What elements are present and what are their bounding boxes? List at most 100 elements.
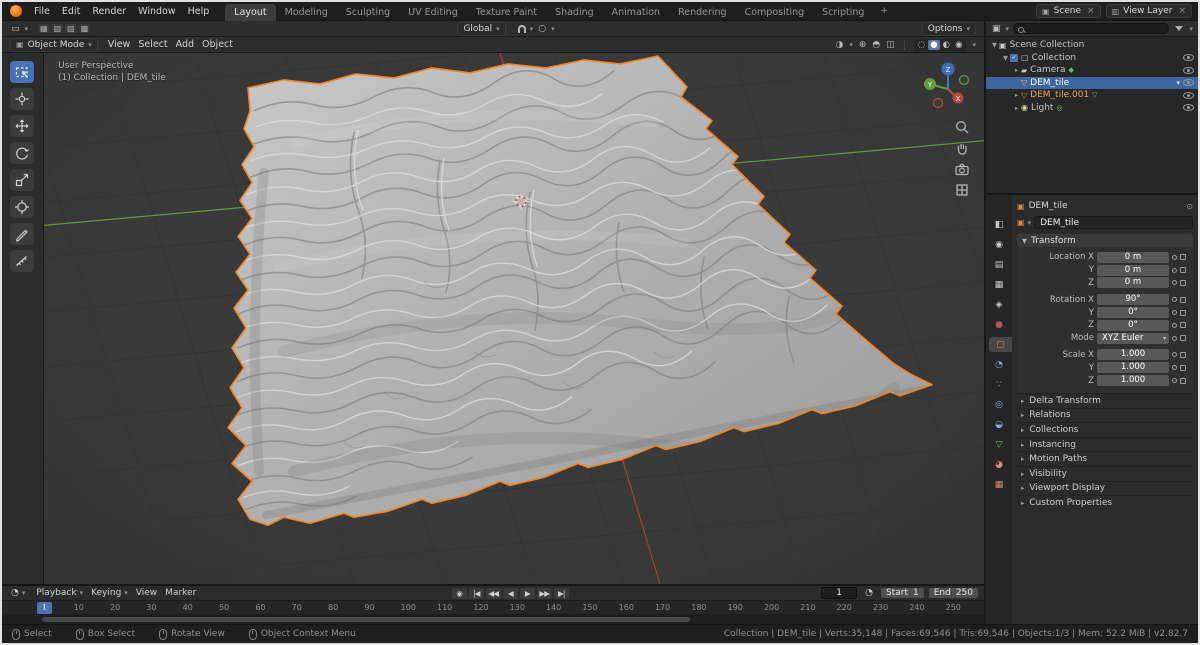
checkbox-icon[interactable]: ✓: [1010, 54, 1018, 62]
scale-tool-button[interactable]: [10, 169, 34, 191]
pan-hand-icon[interactable]: [954, 140, 970, 156]
tab-scripting[interactable]: Scripting: [813, 4, 873, 21]
tab-sculpting[interactable]: Sculpting: [337, 4, 399, 21]
outliner-row-camera[interactable]: ▸▰Camera◆: [986, 64, 1198, 77]
animate-dot-icon[interactable]: [1172, 378, 1177, 383]
pin-icon[interactable]: ⊙: [1186, 202, 1193, 211]
field-scale-x[interactable]: 1.000: [1097, 349, 1169, 360]
properties-tab-material[interactable]: ◕: [986, 457, 1012, 472]
cursor-tool-button[interactable]: [10, 88, 34, 110]
scene-selector[interactable]: ▣ Scene ×: [1036, 4, 1101, 18]
field-z[interactable]: 0°: [1097, 320, 1169, 331]
tab-texture-paint[interactable]: Texture Paint: [467, 4, 546, 21]
snap-magnet-icon[interactable]: [518, 25, 526, 33]
frame-start-field[interactable]: Start1: [881, 588, 924, 598]
current-frame-field[interactable]: 1: [821, 587, 857, 599]
transform-orientation-dropdown[interactable]: Global ▾: [457, 22, 505, 36]
lock-icon[interactable]: [1180, 297, 1186, 303]
filter-dropdown-icon[interactable]: ▾: [1189, 25, 1193, 33]
expander-icon[interactable]: ▸: [1012, 66, 1021, 74]
view-layer-unlink-icon[interactable]: ×: [1178, 6, 1186, 16]
proportional-dropdown-icon[interactable]: ▾: [551, 25, 555, 33]
outliner-editor-icon[interactable]: ▣: [991, 24, 1002, 34]
tab-compositing[interactable]: Compositing: [736, 4, 814, 21]
properties-tab-scene[interactable]: ◈: [986, 297, 1012, 312]
outliner-search-input[interactable]: [1013, 23, 1169, 34]
next-keyframe-button[interactable]: ▶▶: [537, 588, 552, 599]
gizmos-toggle-icon[interactable]: ⊕: [859, 40, 867, 50]
shading-material-button[interactable]: ◐: [941, 40, 952, 50]
properties-tab-physics[interactable]: ◎: [986, 397, 1012, 412]
lock-icon[interactable]: [1180, 378, 1186, 384]
zoom-icon[interactable]: [954, 119, 970, 135]
menu-edit[interactable]: Edit: [56, 6, 86, 17]
timeline-menu-view[interactable]: View: [133, 588, 160, 598]
visibility-eye-icon[interactable]: [1183, 92, 1194, 99]
breadcrumb-object-name[interactable]: DEM_tile: [1029, 201, 1068, 211]
scrollbar-thumb[interactable]: [42, 617, 690, 622]
transform-tool-button[interactable]: [10, 196, 34, 218]
lock-icon[interactable]: [1180, 310, 1186, 316]
rotate-tool-button[interactable]: [10, 142, 34, 164]
visibility-eye-icon[interactable]: [1183, 104, 1194, 111]
viewport-menu-view[interactable]: View: [104, 39, 135, 50]
outliner-row-dem-tile-001[interactable]: ▸▽DEM_tile.001▽: [986, 89, 1198, 102]
properties-tab-render[interactable]: ◉: [986, 237, 1012, 252]
outliner-row-dem-tile[interactable]: ▽DEM_tile▾: [986, 77, 1198, 90]
animate-dot-icon[interactable]: [1172, 268, 1177, 273]
lock-icon[interactable]: [1180, 322, 1186, 328]
jump-to-end-button[interactable]: ▶|: [554, 588, 569, 599]
outliner-row-light[interactable]: ▸◉Light◎: [986, 102, 1198, 115]
scene-unlink-icon[interactable]: ×: [1087, 6, 1095, 16]
section-instancing[interactable]: ▸Instancing: [1017, 437, 1193, 452]
properties-tab-object-data[interactable]: ▽: [986, 437, 1012, 452]
visibility-eye-icon[interactable]: [1183, 54, 1194, 61]
viewport-menu-select[interactable]: Select: [134, 39, 171, 50]
tab-uv-editing[interactable]: UV Editing: [399, 4, 467, 21]
menu-help[interactable]: Help: [182, 6, 216, 17]
section-relations[interactable]: ▸Relations: [1017, 408, 1193, 423]
properties-tab-texture[interactable]: ▦: [986, 477, 1012, 492]
tool-option-1-icon[interactable]: ▦: [38, 24, 50, 33]
expander-icon[interactable]: ▼: [1001, 54, 1010, 62]
xray-toggle-icon[interactable]: ◫: [886, 40, 895, 50]
properties-tab-output[interactable]: ▤: [986, 257, 1012, 272]
menu-file[interactable]: File: [28, 6, 56, 17]
prev-keyframe-button[interactable]: ◀◀: [486, 588, 501, 599]
section-viewport-display[interactable]: ▸Viewport Display: [1017, 481, 1193, 496]
field-rotation-x[interactable]: 90°: [1097, 294, 1169, 305]
expander-icon[interactable]: ▸: [1012, 91, 1021, 99]
terrain-mesh[interactable]: [228, 56, 932, 525]
annotate-tool-button[interactable]: [10, 223, 34, 245]
snap-dropdown-icon[interactable]: ▾: [530, 25, 534, 33]
viewport-3d[interactable]: User Perspective (1) Collection | DEM_ti…: [44, 53, 984, 584]
section-motion-paths[interactable]: ▸Motion Paths: [1017, 451, 1193, 466]
properties-tab-constraints[interactable]: ◒: [986, 417, 1012, 432]
tab-animation[interactable]: Animation: [603, 4, 669, 21]
shading-solid-button[interactable]: ●: [928, 40, 939, 50]
menu-render[interactable]: Render: [86, 6, 132, 17]
animate-dot-icon[interactable]: [1172, 297, 1177, 302]
add-workspace-button[interactable]: +: [873, 3, 895, 19]
animate-dot-icon[interactable]: [1172, 280, 1177, 285]
section-visibility[interactable]: ▸Visibility: [1017, 466, 1193, 481]
tab-shading[interactable]: Shading: [546, 4, 603, 21]
play-reverse-button[interactable]: ◀: [503, 588, 518, 599]
animate-dot-icon[interactable]: [1172, 336, 1177, 341]
section-custom-properties[interactable]: ▸Custom Properties: [1017, 495, 1193, 510]
animate-dot-icon[interactable]: [1172, 365, 1177, 370]
jump-to-start-button[interactable]: |◀: [469, 588, 484, 599]
measure-tool-button[interactable]: [10, 250, 34, 272]
viewport-menu-add[interactable]: Add: [172, 39, 198, 50]
shading-wireframe-button[interactable]: ◌: [916, 40, 927, 50]
select-box-tool-button[interactable]: [10, 61, 34, 83]
overlays-toggle-icon[interactable]: ◓: [872, 40, 880, 50]
field-y[interactable]: 0°: [1097, 307, 1169, 318]
animate-dot-icon[interactable]: [1172, 352, 1177, 357]
tab-rendering[interactable]: Rendering: [669, 4, 736, 21]
lock-icon[interactable]: [1180, 335, 1186, 341]
field-z[interactable]: 0 m: [1097, 277, 1169, 288]
outliner-row-collection[interactable]: ▼✓▢Collection: [986, 52, 1198, 65]
properties-tab-particles[interactable]: ∵: [986, 377, 1012, 392]
properties-tab-active-tool[interactable]: ◧: [986, 217, 1012, 232]
